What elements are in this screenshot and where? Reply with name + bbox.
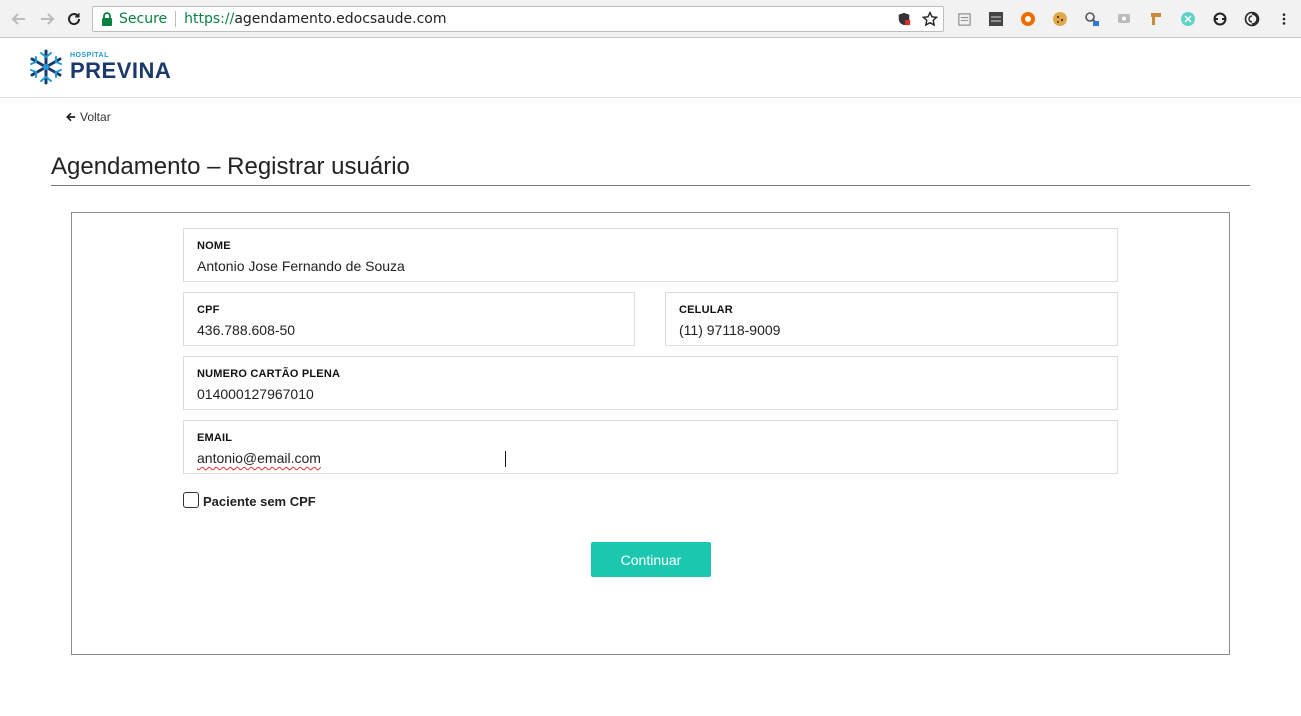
back-arrow-icon[interactable] bbox=[8, 8, 30, 30]
url-scheme: https:// bbox=[184, 11, 235, 27]
celular-field[interactable]: CELULAR (11) 97118-9009 bbox=[665, 292, 1118, 346]
search-extension-icon[interactable] bbox=[1082, 9, 1102, 29]
url-host: agendamento.edocsaude.com bbox=[234, 11, 447, 27]
nome-input[interactable]: Antonio Jose Fernando de Souza bbox=[197, 258, 405, 274]
cpf-field[interactable]: CPF 436.788.608-50 bbox=[183, 292, 635, 346]
browser-toolbar: Secure https://agendamento.edocsaude.com bbox=[0, 0, 1301, 38]
url-text: https://agendamento.edocsaude.com bbox=[184, 11, 446, 27]
blocked-content-icon[interactable] bbox=[895, 10, 913, 28]
bookmark-star-icon[interactable] bbox=[921, 10, 939, 28]
site-header: HOSPITAL PREVINA bbox=[0, 38, 1301, 98]
tag-extension-icon[interactable] bbox=[1146, 9, 1166, 29]
email-input[interactable]: antonio@email.com bbox=[197, 450, 321, 466]
sem-cpf-checkbox[interactable] bbox=[183, 491, 199, 508]
celular-label: CELULAR bbox=[679, 304, 733, 316]
nome-label: NOME bbox=[197, 240, 231, 252]
spiral-icon[interactable] bbox=[1242, 9, 1262, 29]
email-label: EMAIL bbox=[197, 432, 233, 444]
back-link[interactable]: Voltar bbox=[66, 110, 111, 124]
secure-label: Secure bbox=[119, 11, 168, 27]
arrow-left-icon bbox=[66, 112, 76, 122]
forward-arrow-icon[interactable] bbox=[36, 8, 58, 30]
hospital-logo[interactable]: HOSPITAL PREVINA bbox=[26, 47, 171, 87]
nome-field[interactable]: NOME Antonio Jose Fernando de Souza bbox=[183, 228, 1118, 282]
lock-icon bbox=[101, 12, 113, 26]
extensions-bar bbox=[954, 9, 1294, 29]
sync-icon[interactable] bbox=[1210, 9, 1230, 29]
cartao-input[interactable]: 014000127967010 bbox=[197, 386, 314, 402]
email-value: antonio@email.com bbox=[197, 450, 321, 466]
reader-icon[interactable] bbox=[954, 9, 974, 29]
teal-extension-icon[interactable] bbox=[1178, 9, 1198, 29]
cartao-label: NUMERO CARTÃO PLENA bbox=[197, 368, 341, 380]
celular-input[interactable]: (11) 97118-9009 bbox=[679, 322, 780, 338]
orange-extension-icon[interactable] bbox=[1018, 9, 1038, 29]
logo-brand-text: PREVINA bbox=[70, 58, 172, 83]
cpf-input[interactable]: 436.788.608-50 bbox=[197, 322, 295, 338]
sem-cpf-label[interactable]: Paciente sem CPF bbox=[203, 494, 316, 509]
gray-extension-icon[interactable] bbox=[1114, 9, 1134, 29]
sem-cpf-checkbox-row[interactable]: Paciente sem CPF bbox=[183, 490, 316, 509]
nrt-icon[interactable] bbox=[986, 9, 1006, 29]
reload-icon[interactable] bbox=[63, 8, 85, 30]
address-bar[interactable]: Secure https://agendamento.edocsaude.com bbox=[92, 6, 944, 32]
email-field[interactable]: EMAIL antonio@email.com bbox=[183, 420, 1118, 474]
back-link-label: Voltar bbox=[80, 110, 111, 124]
snowflake-logo-icon bbox=[30, 49, 62, 85]
menu-kebab-icon[interactable] bbox=[1274, 9, 1294, 29]
page-title: Agendamento – Registrar usuário bbox=[51, 153, 410, 180]
cookie-icon[interactable] bbox=[1050, 9, 1070, 29]
omnibox-divider bbox=[175, 11, 177, 27]
text-caret bbox=[505, 451, 506, 467]
continuar-button[interactable]: Continuar bbox=[591, 542, 711, 577]
cartao-field[interactable]: NUMERO CARTÃO PLENA 014000127967010 bbox=[183, 356, 1118, 410]
title-divider bbox=[51, 185, 1250, 186]
cpf-label: CPF bbox=[197, 304, 220, 316]
